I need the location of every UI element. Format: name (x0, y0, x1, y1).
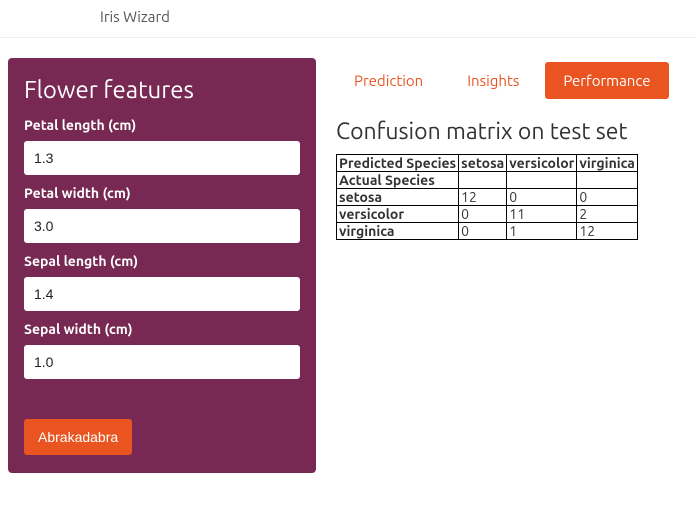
field-label: Sepal width (cm) (24, 321, 300, 337)
cell: 1 (507, 223, 577, 240)
tab-insights[interactable]: Insights (449, 62, 537, 99)
field-group-sepal-length: Sepal length (cm) (24, 253, 300, 311)
field-group-petal-width: Petal width (cm) (24, 185, 300, 243)
confusion-matrix-table: Predicted Species setosa versicolor virg… (336, 154, 638, 240)
cell: 12 (459, 189, 507, 206)
cell (577, 172, 637, 189)
row-header: setosa (337, 189, 459, 206)
cell: 0 (507, 189, 577, 206)
cell (459, 172, 507, 189)
sidebar-title: Flower features (24, 76, 300, 103)
col-header: versicolor (507, 155, 577, 172)
app-title: Iris Wizard (0, 0, 695, 38)
sidebar: Flower features Petal length (cm) Petal … (8, 58, 316, 473)
row-header: versicolor (337, 206, 459, 223)
main: Prediction Insights Performance Confusio… (336, 58, 687, 473)
table-row: setosa 12 0 0 (337, 189, 638, 206)
layout: Flower features Petal length (cm) Petal … (0, 38, 695, 493)
petal-length-input[interactable] (24, 141, 300, 175)
cell (507, 172, 577, 189)
cell: 0 (577, 189, 637, 206)
col-header: virginica (577, 155, 637, 172)
tabs: Prediction Insights Performance (336, 62, 687, 99)
tab-prediction[interactable]: Prediction (336, 62, 441, 99)
col-header: setosa (459, 155, 507, 172)
field-group-sepal-width: Sepal width (cm) (24, 321, 300, 379)
row-header: Actual Species (337, 172, 459, 189)
row-header: virginica (337, 223, 459, 240)
sepal-width-input[interactable] (24, 345, 300, 379)
main-heading: Confusion matrix on test set (336, 119, 687, 144)
field-label: Petal length (cm) (24, 117, 300, 133)
table-row: virginica 0 1 12 (337, 223, 638, 240)
table-row: versicolor 0 11 2 (337, 206, 638, 223)
tab-performance[interactable]: Performance (545, 62, 668, 99)
cell: 2 (577, 206, 637, 223)
cell: 0 (459, 206, 507, 223)
table-header-row: Predicted Species setosa versicolor virg… (337, 155, 638, 172)
col-header: Predicted Species (337, 155, 459, 172)
field-label: Sepal length (cm) (24, 253, 300, 269)
petal-width-input[interactable] (24, 209, 300, 243)
sepal-length-input[interactable] (24, 277, 300, 311)
cell: 11 (507, 206, 577, 223)
cell: 12 (577, 223, 637, 240)
predict-button[interactable]: Abrakadabra (24, 419, 132, 455)
table-row: Actual Species (337, 172, 638, 189)
cell: 0 (459, 223, 507, 240)
field-label: Petal width (cm) (24, 185, 300, 201)
field-group-petal-length: Petal length (cm) (24, 117, 300, 175)
